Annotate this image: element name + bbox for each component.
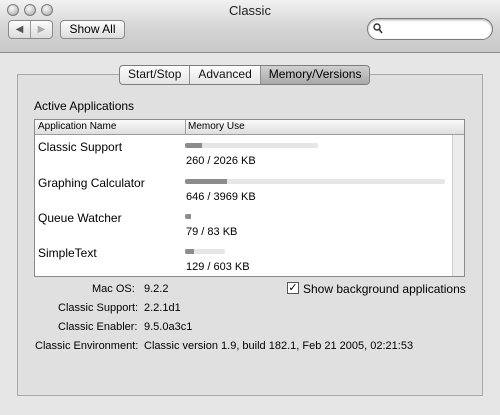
memory-bar [185,214,191,219]
column-header-application-name[interactable]: Application Name [38,121,116,132]
table-row[interactable]: Classic Support 260 / 2026 KB [35,136,453,172]
application-name: Classic Support [38,140,123,154]
tab-start-stop[interactable]: Start/Stop [120,66,189,84]
memory-bar [185,249,225,254]
memory-bar-fill [185,143,202,148]
memory-usage-text: 260 / 2026 KB [186,155,256,167]
memory-usage-text: 129 / 603 KB [186,261,250,273]
checkmark-icon: ✓ [288,282,298,294]
forward-arrow-icon: ▶ [37,24,46,35]
tab-bar: Start/Stop Advanced Memory/Versions [119,65,371,85]
memory-bar-fill [185,214,191,219]
application-name: SimpleText [38,246,97,260]
tab-memory-versions[interactable]: Memory/Versions [259,66,370,84]
show-background-checkbox[interactable]: ✓ [287,282,299,294]
classic-environment-label: Classic Environment: [35,340,139,352]
table-row[interactable]: SimpleText 129 / 603 KB [35,242,453,276]
column-divider [185,120,186,134]
active-applications-heading: Active Applications [34,99,135,113]
table-row[interactable]: Graphing Calculator 646 / 3969 KB [35,172,453,208]
classic-enabler-label: Classic Enabler: [58,321,138,333]
memory-bar-fill [185,249,194,254]
window-toolbar: Classic ◀ ▶ Show All [0,0,500,53]
back-forward-control: ◀ ▶ [8,20,53,39]
memory-bar [185,179,445,184]
column-header-memory-use[interactable]: Memory Use [188,121,245,132]
application-name: Graphing Calculator [38,176,145,190]
application-name: Queue Watcher [38,211,122,225]
table-row[interactable]: Queue Watcher 79 / 83 KB [35,207,453,243]
classic-support-value: 2.2.1d1 [144,302,181,314]
forward-button[interactable]: ▶ [30,21,52,38]
memory-bar [185,143,318,148]
memory-usage-text: 646 / 3969 KB [186,191,256,203]
table-header: Application Name Memory Use [35,120,464,135]
back-arrow-icon: ◀ [15,24,24,35]
search-field[interactable] [367,18,493,40]
classic-enabler-value: 9.5.0a3c1 [144,321,193,333]
vertical-scrollbar[interactable] [452,135,464,276]
classic-environment-value: Classic version 1.9, build 182.1, Feb 21… [144,340,414,352]
applications-table: Application Name Memory Use Classic Supp… [34,119,465,277]
mac-os-label: Mac OS: [92,283,135,295]
show-background-label[interactable]: Show background applications [303,282,466,296]
back-button[interactable]: ◀ [9,21,30,38]
show-all-button[interactable]: Show All [60,20,125,39]
window-title: Classic [229,3,271,18]
mac-os-value: 9.2.2 [144,283,169,295]
classic-support-label: Classic Support: [58,302,139,314]
tab-advanced[interactable]: Advanced [189,66,259,84]
search-icon [373,23,383,34]
memory-usage-text: 79 / 83 KB [186,226,238,238]
search-input[interactable] [384,21,484,36]
memory-bar-fill [185,179,227,184]
